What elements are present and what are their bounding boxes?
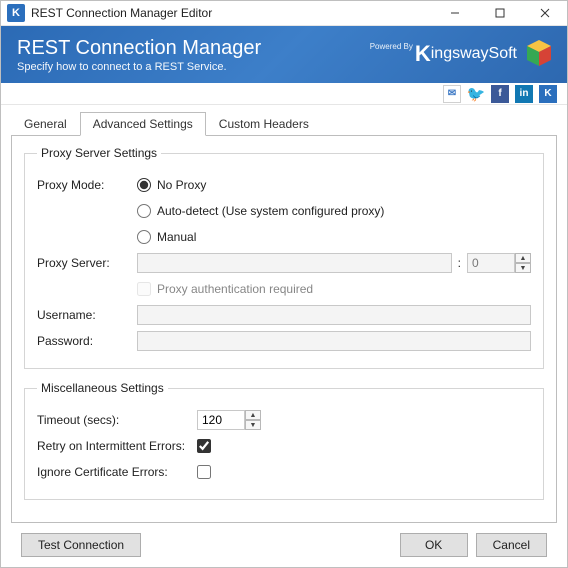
twitter-icon[interactable]: 🐦 (467, 85, 485, 103)
chevron-up-icon[interactable]: ▲ (245, 410, 261, 420)
tab-advanced-settings[interactable]: Advanced Settings (80, 112, 206, 136)
proxy-mode-label: Proxy Mode: (37, 178, 137, 192)
brand-logo: Powered By KingswaySoft (370, 41, 517, 67)
password-input[interactable] (137, 331, 531, 351)
timeout-stepper[interactable]: ▲▼ (197, 410, 261, 430)
radio-no-proxy[interactable] (137, 178, 151, 192)
proxy-legend: Proxy Server Settings (37, 146, 161, 160)
tab-strip: General Advanced Settings Custom Headers (11, 112, 557, 136)
misc-legend: Miscellaneous Settings (37, 381, 168, 395)
proxy-mode-no-proxy[interactable]: No Proxy (137, 178, 206, 192)
tab-general[interactable]: General (11, 112, 80, 136)
ignore-cert-checkbox[interactable] (197, 465, 211, 479)
mail-icon[interactable]: ✉ (443, 85, 461, 103)
banner: REST Connection Manager Specify how to c… (1, 26, 567, 83)
minimize-button[interactable] (432, 1, 477, 25)
chevron-down-icon[interactable]: ▼ (515, 263, 531, 273)
window-title: REST Connection Manager Editor (31, 6, 432, 20)
proxy-server-label: Proxy Server: (37, 256, 137, 270)
username-label: Username: (37, 308, 137, 322)
tab-custom-headers[interactable]: Custom Headers (206, 112, 322, 136)
cancel-button[interactable]: Cancel (476, 533, 547, 557)
ignore-cert-label: Ignore Certificate Errors: (37, 465, 197, 479)
radio-manual[interactable] (137, 230, 151, 244)
timeout-input[interactable] (197, 410, 245, 430)
chevron-up-icon[interactable]: ▲ (515, 253, 531, 263)
miscellaneous-settings-group: Miscellaneous Settings Timeout (secs): ▲… (24, 381, 544, 500)
kingswaysoft-icon[interactable]: K (539, 85, 557, 103)
proxy-server-input[interactable] (137, 253, 452, 273)
ok-button[interactable]: OK (400, 533, 468, 557)
social-bar: ✉ 🐦 f in K (1, 83, 567, 105)
facebook-icon[interactable]: f (491, 85, 509, 103)
banner-heading: REST Connection Manager (17, 37, 261, 59)
test-connection-button[interactable]: Test Connection (21, 533, 141, 557)
proxy-auth-checkbox (137, 282, 151, 296)
retry-label: Retry on Intermittent Errors: (37, 439, 197, 453)
app-icon: K (7, 4, 25, 22)
footer: Test Connection OK Cancel (11, 523, 557, 567)
proxy-mode-manual[interactable]: Manual (137, 230, 196, 244)
maximize-button[interactable] (477, 1, 522, 25)
radio-auto-detect[interactable] (137, 204, 151, 218)
window-buttons (432, 1, 567, 25)
product-cube-icon (523, 38, 555, 70)
proxy-port-input[interactable] (467, 253, 515, 273)
tab-panel: Proxy Server Settings Proxy Mode: No Pro… (11, 135, 557, 523)
proxy-mode-auto-detect[interactable]: Auto-detect (Use system configured proxy… (137, 204, 384, 218)
chevron-down-icon[interactable]: ▼ (245, 420, 261, 430)
banner-subtitle: Specify how to connect to a REST Service… (17, 61, 261, 73)
retry-checkbox[interactable] (197, 439, 211, 453)
proxy-port-stepper[interactable]: ▲▼ (467, 253, 531, 273)
password-label: Password: (37, 334, 137, 348)
username-input[interactable] (137, 305, 531, 325)
titlebar: K REST Connection Manager Editor (1, 1, 567, 26)
close-button[interactable] (522, 1, 567, 25)
proxy-auth-checkbox-row: Proxy authentication required (137, 282, 313, 296)
timeout-label: Timeout (secs): (37, 413, 197, 427)
proxy-server-settings-group: Proxy Server Settings Proxy Mode: No Pro… (24, 146, 544, 369)
content-area: General Advanced Settings Custom Headers… (1, 105, 567, 567)
window: K REST Connection Manager Editor REST Co… (0, 0, 568, 568)
linkedin-icon[interactable]: in (515, 85, 533, 103)
